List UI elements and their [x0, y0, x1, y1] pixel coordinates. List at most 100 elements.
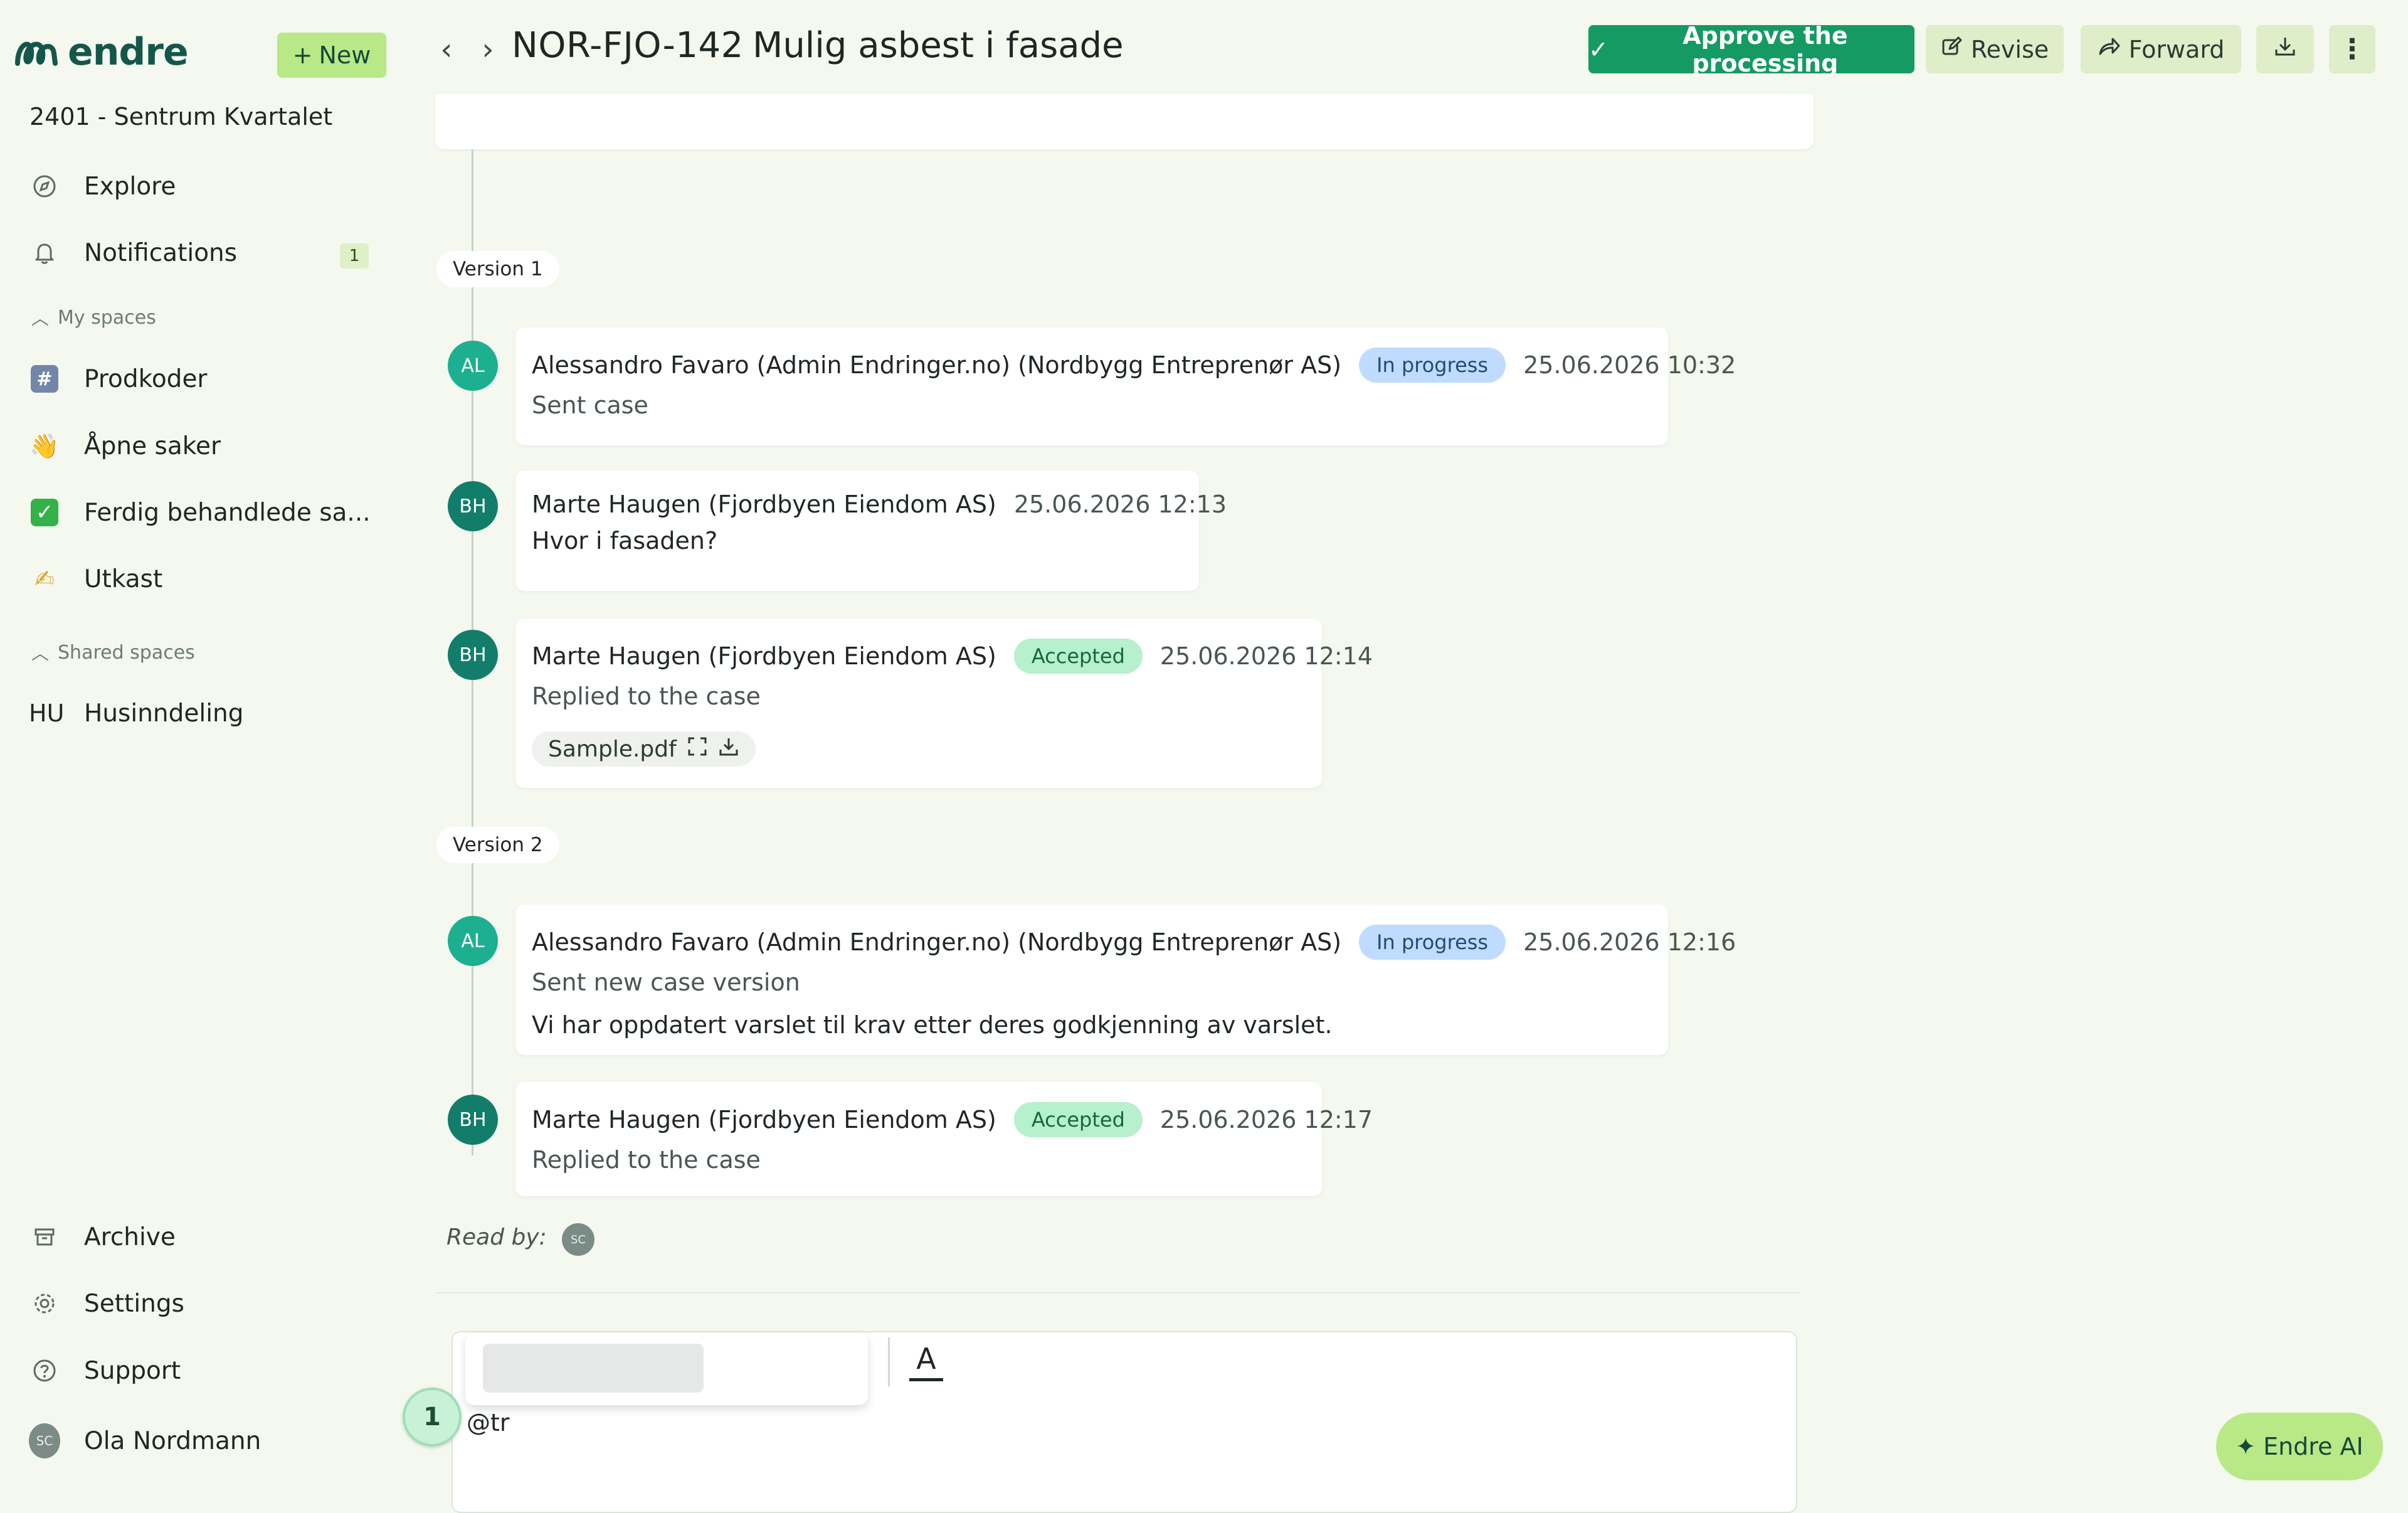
new-button-label: New [319, 41, 371, 69]
writing-hand-emoji-icon: ✍ [34, 565, 55, 593]
revise-label: Revise [1970, 35, 2049, 63]
shared-space-item-husinndeling[interactable]: HU Husinndeling [29, 691, 380, 735]
nav-support[interactable]: Support [29, 1349, 380, 1393]
user-profile[interactable]: SC Ola Nordmann [29, 1419, 380, 1463]
avatar: AL [448, 916, 498, 966]
nav-notifications[interactable]: Notifications 1 [29, 231, 380, 275]
help-circle-icon [29, 1355, 60, 1386]
avatar: SC [562, 1223, 594, 1256]
endre-logo-icon [15, 41, 58, 66]
avatar-wrap: SC [29, 1423, 60, 1458]
space-abbreviation: HU [29, 699, 65, 727]
space-item-apne-saker[interactable]: 👋 Åpne saker [29, 424, 380, 468]
loading-skeleton [483, 1344, 704, 1393]
nav-archive[interactable]: Archive [29, 1215, 380, 1259]
chevron-left-icon: ‹ [440, 32, 453, 67]
my-spaces-toggle[interactable]: ︿ My spaces [31, 305, 156, 330]
space-item-ferdig-behandlede[interactable]: ✓ Ferdig behandlede sa... [29, 491, 380, 534]
notifications-count-badge: 1 [340, 243, 369, 268]
toolbar-divider [888, 1337, 890, 1386]
space-item-prodkoder[interactable]: # Prodkoder [29, 357, 380, 401]
endre-ai-label: Endre AI [2263, 1433, 2363, 1460]
event-timestamp: 25.06.2026 12:14 [1159, 642, 1373, 670]
avatar: SC [29, 1423, 60, 1458]
archive-icon [29, 1221, 60, 1253]
space-label: Husinndeling [84, 699, 244, 728]
user-name: Ola Nordmann [84, 1426, 261, 1455]
avatar: BH [448, 630, 498, 680]
bell-icon [29, 237, 60, 268]
endre-ai-button[interactable]: ✦ Endre AI [2216, 1413, 2383, 1480]
chevron-up-icon: ︿ [31, 643, 50, 664]
space-item-utkast[interactable]: ✍ Utkast [29, 557, 380, 601]
status-badge: Accepted [1013, 639, 1143, 674]
gear-icon [29, 1288, 60, 1319]
hash-icon: # [31, 365, 58, 393]
chevron-right-icon: › [482, 32, 494, 67]
event-author: Marte Haugen (Fjordbyen Eiendom AS) [532, 642, 996, 670]
revise-button[interactable]: Revise [1926, 25, 2064, 73]
event-description: Replied to the case [532, 682, 761, 710]
nav-settings[interactable]: Settings [29, 1282, 380, 1325]
space-label: Ferdig behandlede sa... [84, 498, 371, 527]
approve-processing-button[interactable]: ✓ Approve the processing [1588, 22, 1914, 77]
space-label: Utkast [84, 565, 163, 593]
timeline-event: Marte Haugen (Fjordbyen Eiendom AS) 25.0… [515, 470, 1227, 591]
nav-settings-label: Settings [84, 1289, 184, 1318]
brand-name: endre [68, 30, 189, 74]
check-icon: ✓ [1588, 35, 1608, 63]
my-spaces-label: My spaces [58, 306, 156, 329]
timeline-event: Marte Haugen (Fjordbyen Eiendom AS) Acce… [515, 618, 1373, 788]
more-options-button[interactable]: ⋮ [2329, 25, 2375, 73]
edit-icon [1941, 35, 1963, 63]
waving-hand-emoji-icon: 👋 [29, 432, 60, 460]
space-label: Prodkoder [84, 364, 208, 393]
forward-button[interactable]: Forward [2081, 25, 2241, 73]
version-1-label: Version 1 [436, 251, 559, 287]
approve-label: Approve the processing [1682, 21, 1848, 77]
sidebar: endre + New 2401 - Sentrum Kvartalet Exp… [0, 0, 401, 1505]
endre-logo[interactable]: endre [13, 30, 189, 74]
timeline-event: Alessandro Favaro (Admin Endringer.no) (… [515, 327, 1736, 445]
hash-icon-wrap: # [29, 363, 60, 395]
event-description: Sent case [532, 391, 648, 419]
read-by-label: Read by: [446, 1224, 547, 1250]
nav-explore-label: Explore [84, 172, 176, 201]
attachment-chip[interactable]: Sample.pdf [532, 731, 756, 767]
shared-spaces-label: Shared spaces [58, 641, 195, 664]
event-author: Marte Haugen (Fjordbyen Eiendom AS) [532, 491, 996, 518]
expand-icon[interactable] [687, 736, 708, 763]
case-navigation: ‹ › [433, 28, 502, 72]
divider [435, 1292, 1800, 1293]
next-case-button[interactable]: › [474, 28, 502, 72]
event-message: Vi har oppdatert varslet til krav etter … [532, 1011, 1333, 1039]
status-badge: Accepted [1013, 1102, 1143, 1137]
plus-icon: + [292, 41, 313, 69]
check-box-emoji-icon: ✓ [31, 499, 58, 526]
event-author: Alessandro Favaro (Admin Endringer.no) (… [532, 351, 1342, 379]
avatar: BH [448, 1095, 498, 1145]
avatar: AL [448, 341, 498, 391]
shared-spaces-toggle[interactable]: ︿ Shared spaces [31, 640, 195, 665]
new-button[interactable]: + New [277, 33, 386, 78]
case-id: NOR-FJO-142 [512, 25, 744, 66]
timeline-event: Marte Haugen (Fjordbyen Eiendom AS) Acce… [515, 1082, 1373, 1196]
previous-card-bottom [435, 94, 1814, 149]
nav-explore[interactable]: Explore [29, 164, 380, 208]
previous-case-button[interactable]: ‹ [433, 28, 460, 72]
page-title: Mulig asbest i fasade [752, 25, 1124, 66]
project-selector[interactable]: 2401 - Sentrum Kvartalet [29, 103, 332, 130]
composer-input-text[interactable]: @tr [467, 1409, 510, 1436]
chevron-up-icon: ︿ [31, 308, 50, 329]
text-format-icon[interactable]: A [909, 1342, 943, 1381]
download-button[interactable] [2256, 25, 2314, 73]
event-author: Alessandro Favaro (Admin Endringer.no) (… [532, 928, 1342, 956]
download-icon [2273, 35, 2297, 64]
step-marker: 1 [403, 1388, 462, 1447]
avatar: BH [448, 481, 498, 531]
forward-label: Forward [2128, 35, 2225, 63]
event-timestamp: 25.06.2026 10:32 [1523, 351, 1736, 379]
download-icon[interactable] [718, 736, 739, 763]
event-timestamp: 25.06.2026 12:17 [1159, 1106, 1373, 1133]
timeline-event: Alessandro Favaro (Admin Endringer.no) (… [515, 905, 1736, 1055]
